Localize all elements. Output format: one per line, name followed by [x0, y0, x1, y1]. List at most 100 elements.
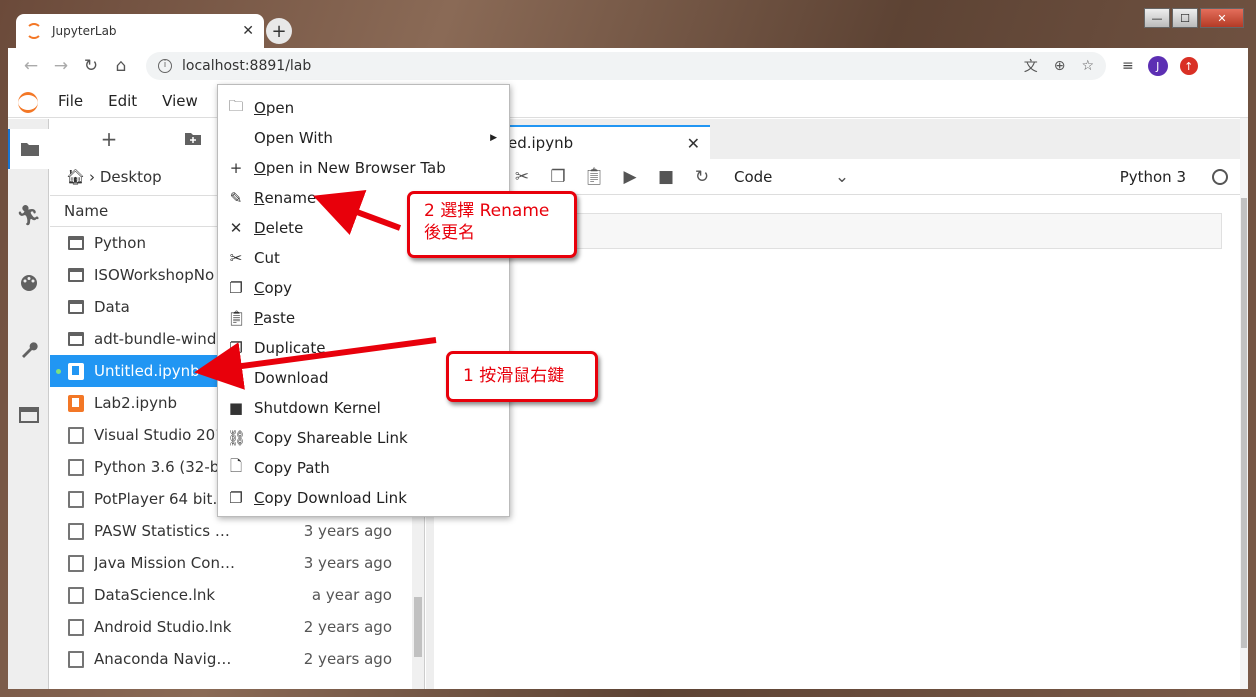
browser-tab-title: JupyterLab	[52, 24, 117, 38]
stop-icon: ■	[228, 399, 244, 417]
menu-item-copy-path[interactable]: 🗋︎ Copy Path	[218, 453, 509, 483]
maximize-button[interactable]: ☐	[1172, 8, 1198, 28]
menu-file[interactable]: File	[58, 92, 83, 110]
translate-icon[interactable]: 文	[1024, 56, 1038, 76]
media-control-icon[interactable]: ≡	[1122, 58, 1134, 74]
new-tab-button[interactable]: +	[266, 18, 292, 44]
tabs-icon[interactable]	[8, 395, 49, 435]
menu-item-label: aste	[263, 309, 296, 327]
menu-item-open[interactable]: 🗀︎ Open	[218, 93, 509, 123]
update-icon[interactable]: ↑	[1179, 57, 1198, 75]
file-browser-folder-icon[interactable]	[8, 129, 49, 169]
interrupt-stop-icon[interactable]: ■	[648, 167, 684, 187]
url-text: localhost:8891/lab	[182, 58, 312, 74]
run-icon[interactable]: ▶	[612, 167, 648, 187]
menu-item-label: Cut	[254, 249, 280, 267]
menu-item-label: pen in New Browser Tab	[265, 159, 446, 177]
browser-tab[interactable]: JupyterLab ✕	[16, 14, 264, 48]
file-icon	[68, 490, 84, 508]
file-name: Visual Studio 201	[94, 426, 225, 444]
menu-item-label: pen	[265, 99, 295, 117]
menu-item-copy-download-link[interactable]: ❐ Copy Download Link	[218, 483, 509, 513]
file-row[interactable]: Anaconda Naviga... 2 years ago	[50, 643, 410, 675]
paste-icon: 📋︎	[227, 309, 247, 327]
jupyter-favicon-icon	[26, 23, 42, 39]
menu-edit[interactable]: Edit	[108, 92, 137, 110]
file-name: ISOWorkshopNo	[94, 266, 215, 284]
notebook-toolbar: ✂ ❐ 📋︎ ▶ ■ ↻ Code ⌄ Python 3	[434, 159, 1240, 195]
cell-type-dropdown[interactable]: Code	[734, 168, 824, 186]
annotation-step1: 1 按滑鼠右鍵	[446, 351, 598, 402]
link-icon: ⛓	[227, 429, 247, 447]
file-name: Data	[94, 298, 130, 316]
menu-item-paste[interactable]: 📋︎ Paste	[218, 303, 509, 333]
menu-item-label: opy	[264, 279, 293, 297]
menu-accelerator-letter: C	[254, 279, 265, 297]
zoom-icon[interactable]: ⊕	[1054, 58, 1066, 74]
folder-icon	[68, 268, 84, 282]
kernel-name[interactable]: Python 3	[1120, 168, 1186, 186]
close-tab-icon[interactable]: ✕	[242, 23, 254, 39]
annotation-step1-text: 1 按滑鼠右鍵	[463, 366, 565, 386]
annotation-step2: 2 選擇 Rename 後更名	[407, 191, 577, 258]
address-bar[interactable]: i localhost:8891/lab 文 ⊕ ☆	[146, 52, 1106, 80]
back-icon[interactable]: ←	[16, 56, 46, 76]
file-name: Python 3.6 (32-bi	[94, 458, 224, 476]
menu-accelerator-letter: C	[254, 489, 265, 507]
chevron-down-icon[interactable]: ⌄	[824, 167, 860, 187]
breadcrumb-separator: ›	[89, 168, 100, 186]
palette-icon[interactable]	[8, 263, 49, 303]
file-row[interactable]: DataScience.lnk a year ago	[50, 579, 410, 611]
menu-item-label: Copy Path	[254, 459, 330, 477]
bookmark-star-icon[interactable]: ☆	[1081, 58, 1094, 74]
notebook-tab[interactable]: ed.ipynb ✕	[506, 125, 710, 159]
menu-item-label: Shutdown Kernel	[254, 399, 381, 417]
home-icon[interactable]: ⌂	[106, 56, 136, 76]
breadcrumb-desktop[interactable]: Desktop	[100, 168, 162, 186]
wrench-icon[interactable]	[8, 329, 49, 369]
menu-item-open-in-new-browser-tab[interactable]: + Open in New Browser Tab	[218, 153, 509, 183]
copy-cells-icon[interactable]: ❐	[540, 167, 576, 187]
menu-accelerator-letter: O	[254, 159, 266, 177]
menu-item-label: Download	[254, 369, 329, 387]
menu-bar: File Edit View	[8, 84, 1248, 118]
close-notebook-tab-icon[interactable]: ✕	[687, 134, 700, 153]
file-row[interactable]: Java Mission Cont... 3 years ago	[50, 547, 410, 579]
page-scrollbar[interactable]	[1240, 118, 1248, 689]
folder-icon	[68, 332, 84, 346]
forward-icon[interactable]: →	[46, 56, 76, 76]
file-modified: 3 years ago	[303, 554, 392, 572]
menu-accelerator-letter: R	[254, 189, 265, 207]
file-icon	[68, 586, 84, 604]
file-name: Lab2.ipynb	[94, 394, 177, 412]
paste-cells-icon[interactable]: 📋︎	[576, 167, 612, 187]
new-launcher-plus-icon[interactable]: +	[84, 127, 134, 151]
file-icon	[68, 618, 84, 636]
running-indicator-icon	[56, 368, 61, 374]
home-folder-icon[interactable]: 🏠︎	[66, 168, 85, 186]
menu-item-label: ename	[264, 189, 317, 207]
file-row[interactable]: PASW Statistics 1... 3 years ago	[50, 515, 410, 547]
download-icon: ⤓	[232, 369, 240, 387]
file-modified: 2 years ago	[303, 650, 392, 668]
menu-item-label: elete	[265, 219, 304, 237]
folder-icon	[68, 236, 84, 250]
running-kernels-icon[interactable]: 🏃︎	[8, 195, 49, 235]
menu-item-copy-shareable-link[interactable]: ⛓ Copy Shareable Link	[218, 423, 509, 453]
notebook-icon	[68, 362, 84, 380]
close-window-button[interactable]: ✕	[1200, 8, 1244, 28]
new-folder-icon[interactable]	[168, 127, 218, 151]
jupyterlab-app: File Edit View 🏃︎ + 🏠︎ › Desktop Name Py…	[8, 84, 1248, 689]
menu-item-copy[interactable]: ❐ Copy	[218, 273, 509, 303]
menu-accelerator-letter: P	[254, 309, 264, 327]
left-sidebar: 🏃︎	[8, 119, 49, 689]
minimize-button[interactable]: —	[1144, 8, 1170, 28]
site-info-icon[interactable]: i	[158, 59, 172, 73]
reload-icon[interactable]: ↻	[76, 56, 106, 76]
profile-avatar[interactable]: J	[1147, 56, 1168, 76]
restart-kernel-icon[interactable]: ↻	[684, 167, 720, 187]
file-row[interactable]: Android Studio.lnk 2 years ago	[50, 611, 410, 643]
menu-view[interactable]: View	[162, 92, 198, 110]
menu-item-open-with[interactable]: Open With ▶	[218, 123, 509, 153]
file-name: PotPlayer 64 bit.l	[94, 490, 222, 508]
